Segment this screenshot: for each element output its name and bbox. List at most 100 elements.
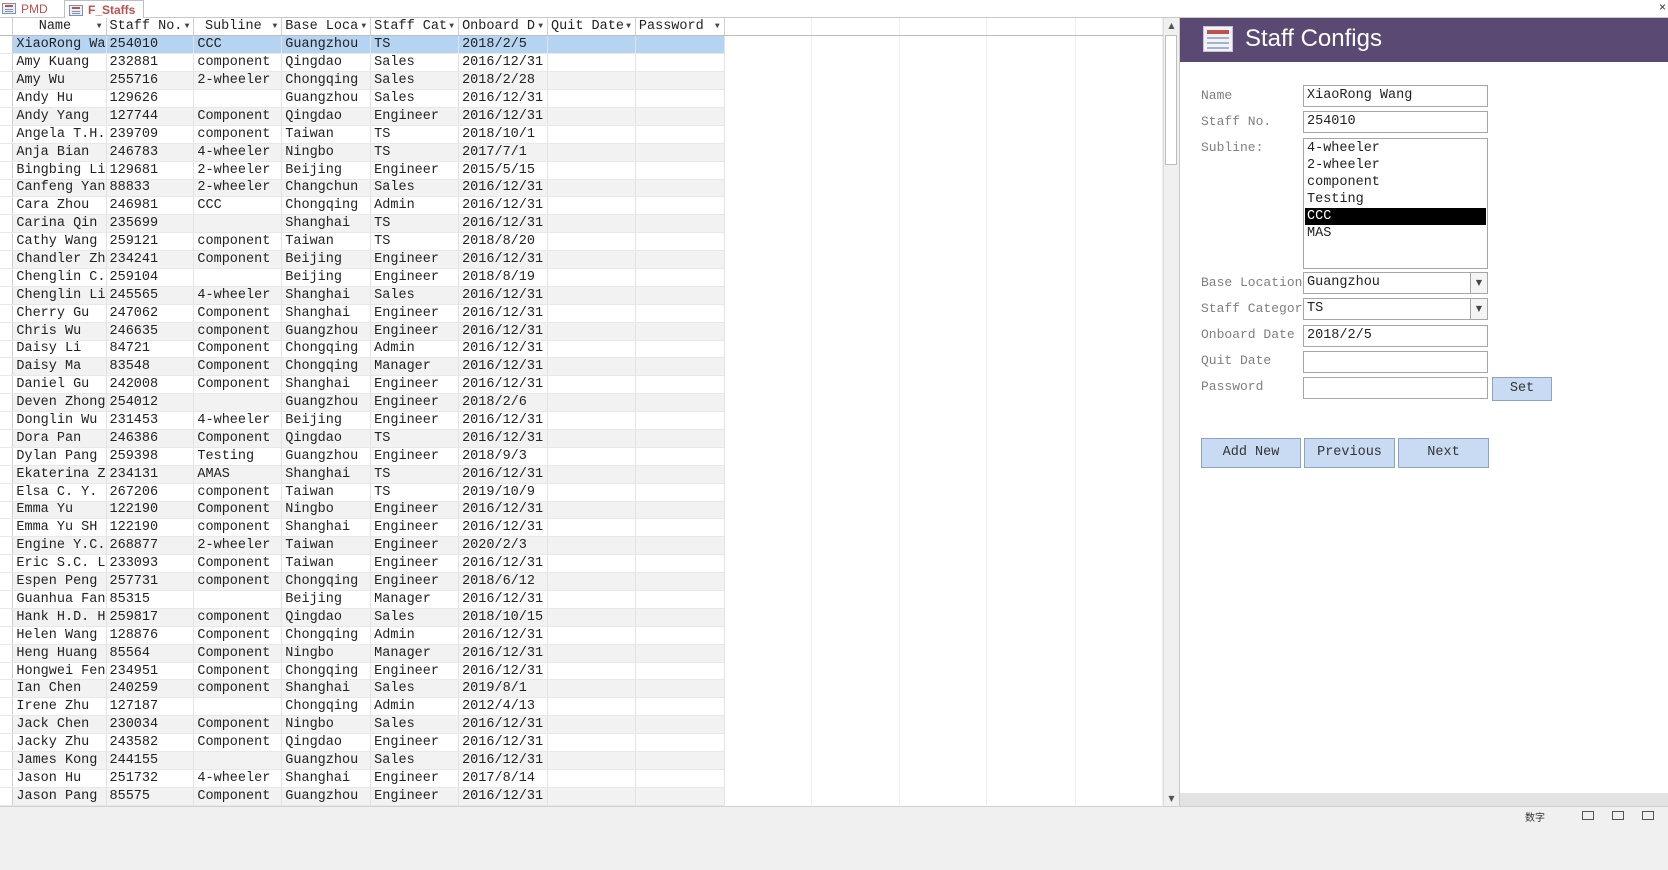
table-cell[interactable]: 2016/12/31 <box>458 751 549 770</box>
table-cell[interactable] <box>635 679 725 699</box>
table-cell[interactable]: XiaoRong Wa <box>12 35 107 55</box>
table-cell[interactable]: 122190 <box>106 501 195 520</box>
table-cell[interactable] <box>193 89 283 108</box>
table-cell[interactable] <box>193 697 283 717</box>
table-cell[interactable]: Cara Zhou <box>12 196 107 216</box>
table-cell[interactable] <box>547 179 636 198</box>
previous-button[interactable]: Previous <box>1304 438 1395 468</box>
table-cell[interactable]: Taiwan <box>281 483 372 502</box>
table-cell[interactable]: 2018/10/15 <box>458 608 549 627</box>
table-cell[interactable]: Engineer <box>370 787 460 806</box>
table-row[interactable]: Anja Bian 246783 4-wheeler Ningbo TS 2017/7/1 <box>0 143 1163 162</box>
chevron-down-icon[interactable]: ▼ <box>626 18 631 35</box>
table-cell[interactable]: 4-wheeler <box>193 411 283 430</box>
table-cell[interactable]: 4-wheeler <box>193 143 283 162</box>
table-row[interactable]: Chandler Zh 234241 Component Beijing Enginee… <box>0 250 1163 269</box>
table-cell[interactable]: Qingdao <box>281 429 372 448</box>
scroll-up-icon[interactable]: ▲ <box>1164 18 1179 33</box>
chevron-down-icon[interactable]: ▼ <box>538 18 543 35</box>
table-row[interactable]: Irene Zhu 127187 Chongqing Admin 2012/4/13 <box>0 697 1163 717</box>
table-cell[interactable]: 84721 <box>106 340 195 359</box>
table-cell[interactable]: 2016/12/31 <box>458 179 549 198</box>
close-icon[interactable]: × <box>1659 0 1666 14</box>
table-cell[interactable] <box>635 769 725 788</box>
row-selector[interactable] <box>0 71 14 91</box>
table-cell[interactable]: 85315 <box>106 590 195 609</box>
vertical-scrollbar[interactable]: ▲ ▼ <box>1163 18 1179 806</box>
column-header[interactable]: Quit Date ▼ <box>547 18 636 37</box>
table-row[interactable]: James Kong 244155 Guangzhou Sales 2016/12/31 <box>0 751 1163 770</box>
table-row[interactable]: Donglin Wu 231453 4-wheeler Beijing Engineer… <box>0 411 1163 430</box>
table-cell[interactable] <box>547 501 636 520</box>
tab-f-staffs[interactable]: F_Staffs <box>64 0 145 19</box>
table-cell[interactable]: Shanghai <box>281 214 372 234</box>
table-cell[interactable] <box>547 447 636 466</box>
table-cell[interactable]: 2016/12/31 <box>458 733 549 753</box>
table-cell[interactable]: TS <box>370 35 460 55</box>
table-cell[interactable]: 239709 <box>106 125 195 144</box>
table-cell[interactable] <box>635 411 725 430</box>
table-row[interactable]: Engine Y.C. 268877 2-wheeler Taiwan Engineer… <box>0 536 1163 556</box>
table-cell[interactable]: 2016/12/31 <box>458 429 549 448</box>
table-cell[interactable] <box>635 250 725 269</box>
table-cell[interactable]: Manager <box>370 590 460 609</box>
table-cell[interactable]: Component <box>193 644 283 663</box>
table-cell[interactable]: 247062 <box>106 304 195 323</box>
table-cell[interactable]: Anja Bian <box>12 143 107 162</box>
row-selector[interactable] <box>0 429 14 448</box>
table-cell[interactable]: Engineer <box>370 769 460 788</box>
table-cell[interactable]: Chenglin Li <box>12 286 107 305</box>
table-cell[interactable] <box>193 751 283 770</box>
table-cell[interactable]: Sales <box>370 71 460 91</box>
table-cell[interactable] <box>635 697 725 717</box>
table-row[interactable]: Heng Huang 85564 Component Ningbo Manager 201… <box>0 644 1163 663</box>
table-cell[interactable] <box>193 590 283 609</box>
table-cell[interactable]: 4-wheeler <box>193 286 283 305</box>
table-cell[interactable] <box>635 429 725 448</box>
table-cell[interactable]: Bingbing Li <box>12 161 107 180</box>
table-cell[interactable]: Engineer <box>370 393 460 413</box>
table-cell[interactable]: 2016/12/31 <box>458 626 549 645</box>
table-cell[interactable]: Amy Kuang <box>12 53 107 73</box>
table-cell[interactable]: 2016/12/31 <box>458 53 549 73</box>
table-cell[interactable] <box>635 340 725 359</box>
table-cell[interactable]: Deven Zhong <box>12 393 107 413</box>
table-cell[interactable]: 2016/12/31 <box>458 715 549 735</box>
table-cell[interactable]: Espen Peng <box>12 572 107 591</box>
table-cell[interactable]: Sales <box>370 608 460 627</box>
table-cell[interactable]: 259398 <box>106 447 195 466</box>
table-row[interactable]: Angela T.H. 239709 component Taiwan TS 2018/1… <box>0 125 1163 144</box>
table-cell[interactable]: TS <box>370 125 460 144</box>
chevron-down-icon[interactable]: ▼ <box>185 18 190 35</box>
row-selector[interactable] <box>0 340 14 359</box>
table-cell[interactable] <box>547 662 636 681</box>
table-cell[interactable]: 232881 <box>106 53 195 73</box>
table-cell[interactable]: 235699 <box>106 214 195 234</box>
table-cell[interactable]: Manager <box>370 644 460 663</box>
table-cell[interactable] <box>635 733 725 753</box>
table-cell[interactable] <box>547 89 636 108</box>
table-cell[interactable]: 2016/12/31 <box>458 322 549 341</box>
table-cell[interactable] <box>547 769 636 788</box>
table-row[interactable]: Daniel Gu 242008 Component Shanghai Engineer… <box>0 375 1163 395</box>
subline-option[interactable]: CCC <box>1305 208 1486 225</box>
table-cell[interactable]: 122190 <box>106 518 195 538</box>
table-cell[interactable]: 2016/12/31 <box>458 554 549 574</box>
table-cell[interactable]: Engineer <box>370 733 460 753</box>
table-cell[interactable]: Qingdao <box>281 608 372 627</box>
table-cell[interactable] <box>635 232 725 252</box>
table-cell[interactable]: Guangzhou <box>281 787 372 806</box>
table-cell[interactable] <box>547 715 636 735</box>
table-cell[interactable]: Shanghai <box>281 286 372 305</box>
table-cell[interactable]: James Kong <box>12 751 107 770</box>
chevron-down-icon[interactable]: ▼ <box>97 18 102 35</box>
table-cell[interactable]: 128876 <box>106 626 195 645</box>
table-cell[interactable] <box>547 590 636 609</box>
table-cell[interactable] <box>547 429 636 448</box>
table-cell[interactable]: Beijing <box>281 161 372 180</box>
staffno-field[interactable]: 254010 <box>1303 111 1488 133</box>
table-cell[interactable]: 2016/12/31 <box>458 787 549 806</box>
table-cell[interactable]: Component <box>193 429 283 448</box>
table-cell[interactable]: Andy Yang <box>12 107 107 126</box>
table-cell[interactable]: 257731 <box>106 572 195 591</box>
